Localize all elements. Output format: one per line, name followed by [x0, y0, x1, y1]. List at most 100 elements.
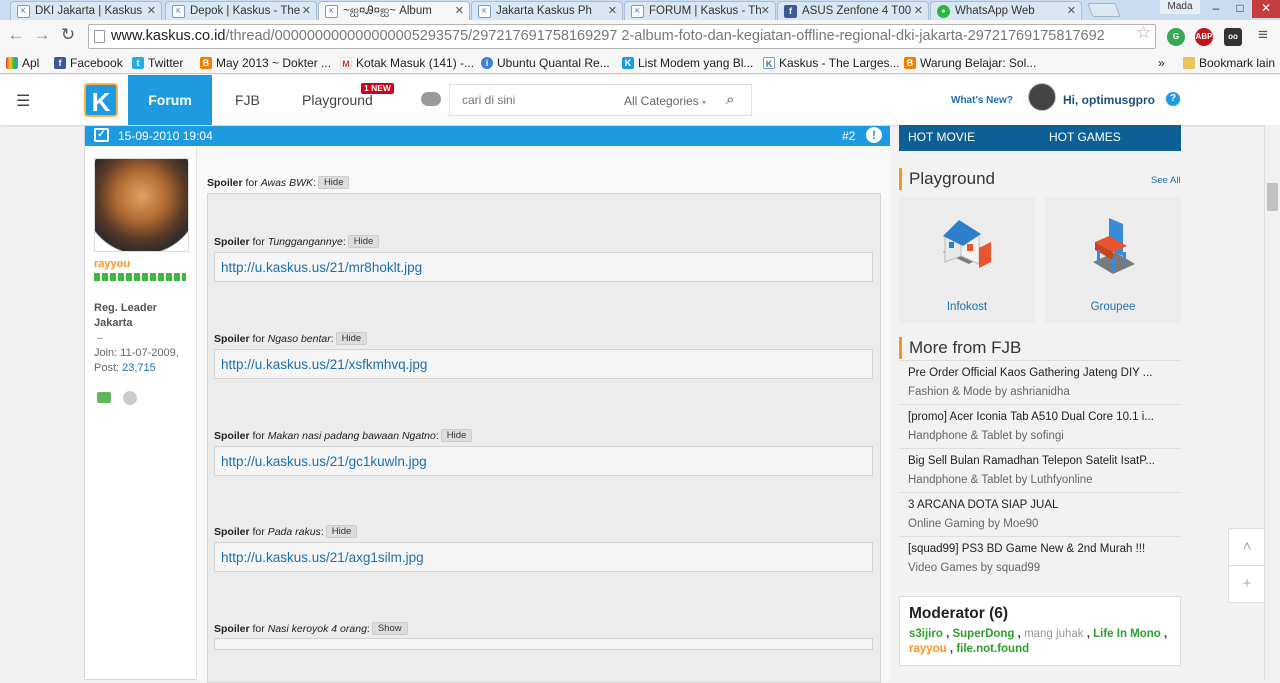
spoiler-link[interactable]: http://u.kaskus.us/21/gc1kuwln.jpg — [214, 446, 873, 476]
moderator-link[interactable]: Life In Mono — [1093, 628, 1161, 640]
adblock-icon[interactable]: ABP — [1195, 28, 1213, 46]
fjb-item-title[interactable]: [squad99] PS3 BD Game New & 2nd Murah !!… — [908, 543, 1145, 555]
hot-movie-link[interactable]: HOT MOVIE — [908, 130, 975, 144]
browser-tab[interactable]: ● WhatsApp Web ✕ — [930, 1, 1082, 20]
close-tab-icon[interactable]: ✕ — [455, 2, 464, 20]
browser-tab[interactable]: K Jakarta Kaskus Ph ✕ — [471, 1, 623, 20]
fjb-item-title[interactable]: 3 ARCANA DOTA SIAP JUAL — [908, 499, 1058, 511]
close-tab-icon[interactable]: ✕ — [147, 2, 156, 20]
extension-icon[interactable]: G — [1167, 28, 1185, 46]
nav-forum[interactable]: Forum — [128, 75, 212, 125]
new-tab-button[interactable] — [1087, 3, 1121, 17]
extension-glasses-icon[interactable]: oo — [1224, 28, 1242, 46]
spoiler-link[interactable]: http://u.kaskus.us/21/mr8hoklt.jpg — [214, 252, 873, 282]
help-icon[interactable]: ? — [1166, 92, 1180, 106]
profile-button[interactable]: Mada — [1160, 0, 1200, 14]
browser-tab[interactable]: K Depok | Kaskus - The ✕ — [165, 1, 317, 20]
close-tab-icon[interactable]: ✕ — [761, 2, 770, 20]
spoiler-toggle-button[interactable]: Hide — [347, 235, 380, 248]
report-icon[interactable]: ! — [866, 127, 882, 143]
spoiler-link[interactable]: http://u.kaskus.us/21/xsfkmhvq.jpg — [214, 349, 873, 379]
bookmark-item[interactable]: B May 2013 ~ Dokter ... — [200, 55, 331, 71]
post-number[interactable]: #2 — [842, 129, 855, 143]
see-all-link[interactable]: See All — [1151, 175, 1181, 186]
menu-icon[interactable]: ≡ — [1253, 26, 1273, 46]
hot-games-link[interactable]: HOT GAMES — [1049, 130, 1121, 144]
moderator-link[interactable]: s3ijiro — [909, 628, 943, 640]
maximize-button[interactable]: □ — [1228, 0, 1252, 18]
author-name[interactable]: rayyou — [94, 258, 130, 270]
close-tab-icon[interactable]: ✕ — [302, 2, 311, 20]
bookmark-item[interactable]: K List Modem yang Bl... — [622, 55, 753, 71]
twitter-icon: t — [132, 57, 144, 69]
spoiler-toggle-button[interactable]: Hide — [325, 525, 358, 538]
browser-tab[interactable]: f ASUS Zenfone 4 T00 ✕ — [777, 1, 929, 20]
bookmark-item[interactable]: M Kotak Masuk (141) -... — [340, 55, 474, 71]
nav-playground[interactable]: Playground — [302, 92, 373, 108]
playground-card-groupee[interactable]: Groupee — [1045, 197, 1181, 323]
bookmark-folder[interactable]: Bookmark lain — [1183, 55, 1275, 71]
bookmark-item[interactable]: K Kaskus - The Larges... — [763, 55, 900, 71]
forward-arrow-icon[interactable]: → — [32, 26, 52, 46]
kaskus-logo[interactable]: K — [84, 83, 118, 117]
url-host: www.kaskus.co.id — [111, 28, 226, 44]
author-rank: Reg. Leader Jakarta — [94, 302, 157, 329]
blogger-icon: B — [904, 57, 916, 69]
close-tab-icon[interactable]: ✕ — [608, 2, 617, 20]
whats-new-link[interactable]: What's New? — [951, 95, 1013, 106]
moderator-link[interactable]: SuperDong — [952, 628, 1014, 640]
hamburger-menu-icon[interactable]: ☰ — [16, 91, 30, 111]
user-avatar[interactable] — [1028, 83, 1056, 111]
close-window-button[interactable]: ✕ — [1252, 0, 1280, 18]
post-count-value[interactable]: 23,715 — [122, 362, 156, 374]
nav-fjb[interactable]: FJB — [235, 92, 260, 108]
scrollbar-thumb[interactable] — [1267, 183, 1278, 211]
add-button[interactable]: + — [1228, 565, 1266, 603]
fjb-item[interactable]: [squad99] PS3 BD Game New & 2nd Murah !!… — [899, 536, 1181, 580]
search-input[interactable] — [450, 85, 610, 115]
bookmarks-overflow-button[interactable]: » — [1158, 55, 1165, 71]
author-avatar[interactable] — [94, 158, 189, 252]
message-icon[interactable] — [97, 392, 111, 403]
playground-card-infokost[interactable]: Infokost — [899, 197, 1035, 323]
search-icon[interactable]: ⌕ — [726, 91, 734, 108]
browser-tab-active[interactable]: K ~ஐ¤Ꭿ¤ஐ~ Album ✕ — [318, 1, 470, 20]
fjb-item[interactable]: [promo] Acer Iconia Tab A510 Dual Core 1… — [899, 404, 1181, 448]
fjb-item-title[interactable]: [promo] Acer Iconia Tab A510 Dual Core 1… — [908, 411, 1154, 423]
moderator-link[interactable]: file.not.found — [956, 643, 1029, 655]
address-bar[interactable]: www.kaskus.co.id/thread/0000000000000000… — [88, 24, 1156, 49]
spoiler-toggle-button[interactable]: Show — [371, 622, 408, 635]
spoiler-toggle-button[interactable]: Hide — [317, 176, 350, 189]
fjb-item[interactable]: 3 ARCANA DOTA SIAP JUAL Online Gaming by … — [899, 492, 1181, 536]
browser-tab[interactable]: K FORUM | Kaskus - Th ✕ — [624, 1, 776, 20]
bookmark-item[interactable]: f Facebook — [54, 55, 123, 71]
check-icon[interactable]: ✓ — [94, 128, 109, 142]
bookmark-apps[interactable]: Apl — [6, 55, 39, 71]
bookmark-star-icon[interactable]: ☆ — [1136, 23, 1151, 43]
browser-tab[interactable]: K DKI Jakarta | Kaskus ✕ — [10, 1, 162, 20]
chat-icon[interactable] — [421, 92, 441, 106]
spoiler-toggle-button[interactable]: Hide — [335, 332, 368, 345]
fjb-item[interactable]: Pre Order Official Kaos Gathering Jateng… — [899, 360, 1181, 404]
author-post-count: Post: 23,715 — [94, 362, 156, 374]
reload-icon[interactable]: ↻ — [58, 26, 78, 46]
close-tab-icon[interactable]: ✕ — [914, 2, 923, 20]
vertical-scrollbar[interactable] — [1264, 125, 1280, 680]
scroll-top-button[interactable]: ˄ — [1228, 528, 1266, 566]
back-arrow-icon[interactable]: ← — [6, 26, 26, 46]
moderator-link[interactable]: mang juhak — [1024, 628, 1083, 640]
category-select[interactable]: All Categories ▾ — [624, 94, 706, 108]
spoiler-toggle-button[interactable]: Hide — [440, 429, 473, 442]
bookmark-item[interactable]: B Warung Belajar: Sol... — [904, 55, 1036, 71]
user-greeting[interactable]: Hi, optimusgpro — [1063, 93, 1155, 107]
bookmark-item[interactable]: t Twitter — [132, 55, 183, 71]
close-tab-icon[interactable]: ✕ — [1067, 2, 1076, 20]
moderator-link[interactable]: rayyou — [909, 643, 947, 655]
spoiler-link[interactable]: http://u.kaskus.us/21/axg1silm.jpg — [214, 542, 873, 572]
bookmark-item[interactable]: i Ubuntu Quantal Re... — [481, 55, 610, 71]
fjb-item[interactable]: Big Sell Bulan Ramadhan Telepon Satelit … — [899, 448, 1181, 492]
bookmark-label: Ubuntu Quantal Re... — [497, 56, 610, 70]
fjb-item-title[interactable]: Big Sell Bulan Ramadhan Telepon Satelit … — [908, 455, 1155, 467]
fjb-item-title[interactable]: Pre Order Official Kaos Gathering Jateng… — [908, 367, 1152, 379]
minimize-button[interactable]: – — [1204, 0, 1228, 18]
